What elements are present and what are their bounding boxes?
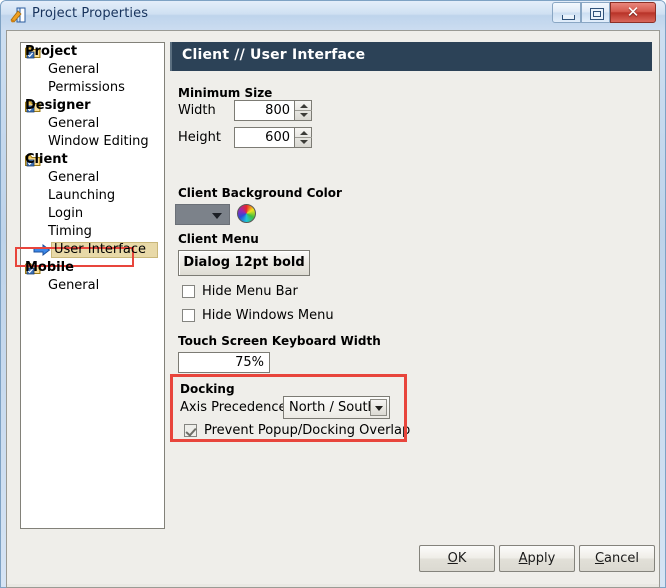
background-color-section-label: Client Background Color	[178, 186, 342, 200]
tree-item-label: Launching	[48, 188, 116, 203]
tree-item-label: General	[48, 170, 100, 185]
touch-keyboard-width-input[interactable]: 75%	[178, 352, 270, 373]
touch-keyboard-width-value: 75%	[235, 355, 264, 370]
tree-item-general[interactable]: General	[21, 61, 164, 79]
tree-item-label: General	[48, 116, 100, 131]
tree-item-project[interactable]: Project	[21, 43, 164, 61]
panel-title: Client // User Interface	[182, 47, 366, 63]
height-stepper[interactable]: 600	[234, 127, 312, 148]
ok-mnemonic: O	[447, 551, 458, 566]
docking-section-label: Docking	[180, 382, 235, 396]
tree-item-designer[interactable]: Designer	[21, 97, 164, 115]
chevron-up-icon[interactable]	[300, 131, 308, 135]
minimize-icon	[562, 15, 575, 20]
tree-item-label: Designer	[25, 98, 91, 113]
maximize-icon	[590, 8, 604, 20]
hide-menu-bar-label: Hide Menu Bar	[202, 284, 298, 299]
blue-arrow-icon	[33, 243, 51, 257]
axis-precedence-select[interactable]: North / South	[283, 396, 390, 419]
cancel-button[interactable]: Cancel	[579, 545, 655, 572]
ok-button[interactable]: OK	[419, 545, 495, 572]
minimize-button[interactable]	[552, 2, 581, 23]
tree-item-label: General	[48, 278, 100, 293]
chevron-down-icon[interactable]	[300, 140, 308, 144]
color-wheel-icon[interactable]	[237, 204, 256, 223]
settings-detail-panel: Client // User Interface Minimum Size Wi…	[170, 42, 652, 529]
tree-item-label: Window Editing	[48, 134, 149, 149]
chevron-up-icon[interactable]	[300, 104, 308, 108]
axis-precedence-label: Axis Precedence	[180, 400, 287, 415]
tree-item-label: General	[48, 62, 100, 77]
tree-item-login[interactable]: Login	[21, 205, 164, 223]
width-spinner-buttons[interactable]	[294, 101, 312, 120]
chevron-down-icon[interactable]	[300, 113, 308, 117]
client-menu-section-label: Client Menu	[178, 232, 259, 246]
height-value: 600	[265, 130, 290, 145]
app-icon	[10, 7, 26, 23]
client-menu-font-button[interactable]: Dialog 12pt bold	[178, 250, 310, 276]
touch-keyboard-section-label: Touch Screen Keyboard Width	[178, 334, 381, 348]
hide-menu-bar-checkbox[interactable]	[182, 285, 195, 298]
tree-item-label: Permissions	[48, 80, 125, 95]
cancel-rest: ancel	[604, 551, 640, 566]
apply-rest: pply	[527, 551, 556, 566]
hide-windows-menu-checkbox[interactable]	[182, 309, 195, 322]
tree-item-user-interface[interactable]: User Interface	[21, 241, 164, 259]
tree-item-client[interactable]: Client	[21, 151, 164, 169]
tree-item-label: Project	[25, 44, 78, 59]
title-bar: Project Properties ✕	[1, 1, 665, 30]
background-color-dropdown[interactable]	[175, 204, 230, 225]
ok-rest: K	[457, 551, 467, 566]
tree-item-label: Timing	[48, 224, 92, 239]
chevron-down-icon[interactable]	[370, 399, 387, 416]
tree-item-label: Login	[48, 206, 84, 221]
cancel-mnemonic: C	[594, 551, 605, 566]
width-label: Width	[178, 103, 216, 118]
tree-item-general[interactable]: General	[21, 277, 164, 295]
height-spinner-buttons[interactable]	[294, 128, 312, 147]
apply-button[interactable]: Apply	[499, 545, 575, 572]
tree-item-launching[interactable]: Launching	[21, 187, 164, 205]
width-value: 800	[265, 103, 290, 118]
tree-item-timing[interactable]: Timing	[21, 223, 164, 241]
window-title: Project Properties	[32, 6, 149, 21]
close-button[interactable]: ✕	[610, 2, 656, 23]
close-icon: ✕	[626, 3, 640, 21]
settings-tree[interactable]: Project General Permissions Designer General…	[20, 42, 165, 529]
panel-header: Client // User Interface	[170, 42, 652, 71]
dialog-client-area: Project General Permissions Designer General…	[6, 30, 660, 584]
tree-item-mobile[interactable]: Mobile	[21, 259, 164, 277]
hide-windows-menu-label: Hide Windows Menu	[202, 308, 334, 323]
chevron-down-icon	[212, 213, 222, 219]
axis-precedence-value: North / South	[289, 400, 376, 415]
tree-item-general[interactable]: General	[21, 115, 164, 133]
prevent-overlap-checkbox[interactable]	[184, 424, 197, 437]
tree-item-label: User Interface	[54, 242, 146, 257]
apply-mnemonic: A	[518, 551, 528, 566]
minimum-size-section-label: Minimum Size	[178, 86, 273, 100]
height-label: Height	[178, 130, 221, 145]
dialog-button-bar: OK Apply Cancel	[7, 537, 661, 585]
tree-item-label: Client	[25, 152, 68, 167]
maximize-button[interactable]	[581, 2, 610, 23]
tree-item-window-editing[interactable]: Window Editing	[21, 133, 164, 151]
window-bottom-edge	[6, 584, 660, 588]
prevent-overlap-label: Prevent Popup/Docking Overlap	[204, 423, 411, 438]
tree-item-general[interactable]: General	[21, 169, 164, 187]
project-properties-window: Project Properties ✕ Project General Permi…	[0, 0, 666, 588]
width-stepper[interactable]: 800	[234, 100, 312, 121]
tree-item-label: Mobile	[25, 260, 74, 275]
tree-item-permissions[interactable]: Permissions	[21, 79, 164, 97]
